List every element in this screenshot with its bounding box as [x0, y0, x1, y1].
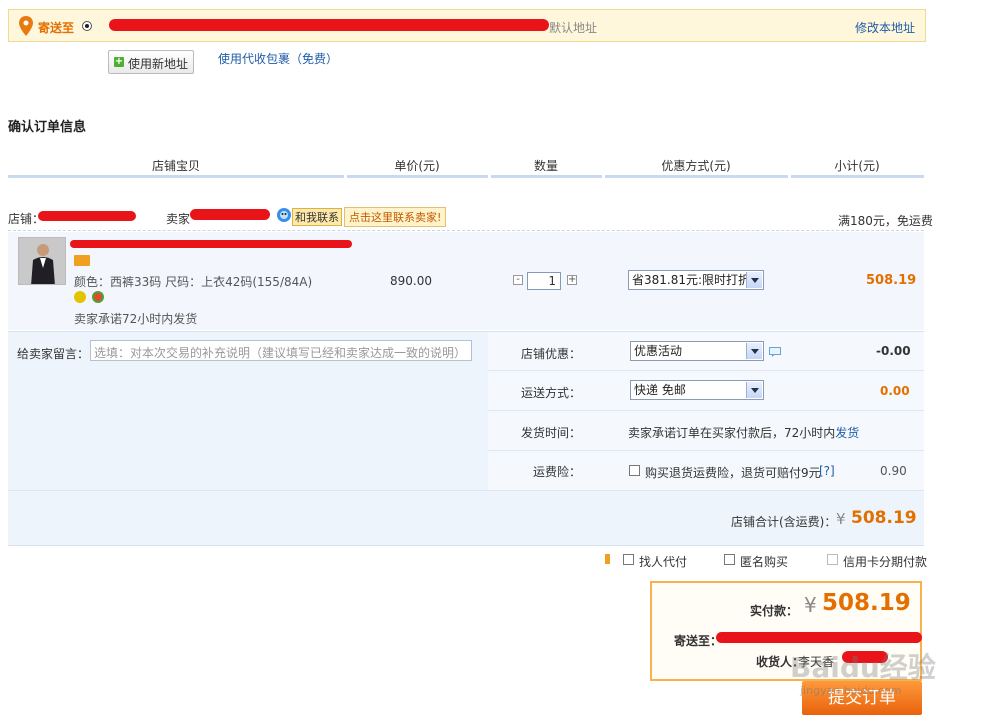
seller-label: 卖家 [166, 212, 191, 226]
message-label: 给卖家留言： [17, 347, 90, 361]
item-subtotal: 508.19 [866, 273, 917, 288]
delivery-time-text: 卖家承诺订单在买家付款后，72小时内发货 [628, 424, 859, 441]
row-divider [488, 410, 924, 411]
discount-selected: 省381.81元:限时打折 [632, 273, 751, 287]
default-address-tag: 默认地址 [549, 21, 598, 35]
chevron-down-icon [746, 343, 762, 359]
pay-currency: ¥ [804, 593, 817, 617]
insurance-label: 运费险： [533, 465, 582, 479]
shipping-address-bar: 寄送至 默认地址 修改本地址 [8, 9, 926, 42]
delivery-time-prefix: 卖家承诺订单在买家付款后，72小时内 [628, 426, 836, 440]
message-placeholder: 选填：对本次交易的补充说明（建议填写已经和卖家达成一致的说明） [94, 346, 467, 360]
shop-discount-selected: 优惠活动 [634, 344, 683, 358]
column-separator [788, 156, 791, 178]
redacted-summary-address [716, 632, 922, 643]
watermark-url: jingyan.baidu.com [800, 684, 902, 697]
free-shipping-note: 满180元，免运费 [838, 214, 933, 228]
insurance-value: 0.90 [880, 464, 907, 478]
pay-amount: 508.19 [822, 590, 911, 616]
shop-total-currency: ¥ [836, 510, 846, 528]
column-separator [488, 156, 491, 178]
delivery-time-link[interactable]: 发货 [835, 426, 859, 440]
wangwang-icon [277, 208, 291, 222]
shipping-method-select[interactable]: 快递 免邮 [630, 380, 764, 400]
shop-discount-label: 店铺优惠： [521, 347, 582, 361]
shipping-method-label: 运送方式： [521, 386, 582, 400]
header-unit-price: 单价(元) [394, 159, 440, 173]
row-divider [488, 370, 924, 371]
redacted-product-title [70, 240, 352, 248]
shop-discount-value: -0.00 [876, 344, 911, 358]
installment-label: 信用卡分期付款 [843, 555, 928, 569]
contact-tip: 点击这里联系卖家! [344, 207, 447, 227]
address-radio[interactable] [82, 21, 92, 31]
column-separator [344, 156, 347, 178]
chevron-down-icon [746, 382, 762, 398]
shipping-method-selected: 快递 免邮 [634, 383, 686, 397]
installment-checkbox[interactable] [827, 554, 838, 565]
pickup-service-link[interactable]: 使用代收包裹（免费） [218, 50, 338, 67]
header-quantity: 数量 [533, 159, 558, 173]
redacted-shop-name [38, 211, 136, 221]
use-new-address-button[interactable]: + 使用新地址 [108, 50, 194, 74]
quantity-input[interactable]: 1 [527, 272, 561, 290]
insurance-text: 购买退货运费险，退货可赔付9元 [645, 466, 821, 480]
plus-icon: + [114, 56, 124, 67]
location-pin-icon [19, 16, 33, 36]
header-divider [8, 175, 924, 178]
increase-button[interactable]: + [567, 275, 577, 285]
header-discount: 优惠方式(元) [661, 159, 731, 173]
summary-ship-to-label: 寄送至： [674, 634, 723, 648]
guarantee-icon [92, 291, 104, 303]
ship-to-label: 寄送至 [38, 21, 75, 35]
insurance-checkbox[interactable] [629, 465, 640, 476]
shop-total-value: 508.19 [851, 508, 917, 528]
edit-address-link[interactable]: 修改本地址 [855, 19, 915, 36]
decrease-button[interactable]: - [513, 275, 523, 285]
proxy-pay-checkbox[interactable] [623, 554, 634, 565]
discount-select[interactable]: 省381.81元:限时打折 [628, 270, 764, 290]
row-divider [8, 490, 924, 491]
shop-discount-select[interactable]: 优惠活动 [630, 341, 764, 361]
page-title: 确认订单信息 [8, 120, 87, 135]
redacted-seller-name [190, 209, 270, 220]
baidu-watermark: Baidu经验 [790, 651, 936, 684]
product-thumbnail[interactable] [18, 237, 66, 285]
header-subtotal: 小计(元) [834, 159, 880, 173]
new-address-label: 使用新地址 [128, 57, 189, 71]
anonymous-checkbox[interactable] [724, 554, 735, 565]
redacted-address [109, 19, 549, 31]
chevron-down-icon [746, 272, 762, 288]
proxy-pay-label: 找人代付 [639, 555, 688, 569]
pay-label: 实付款： [750, 604, 799, 618]
product-attributes: 颜色：西裤33码 尺码：上衣42码(155/84A) [74, 275, 313, 289]
unit-price: 890.00 [390, 274, 432, 288]
payment-card-icon [74, 255, 90, 266]
insurance-help-link[interactable]: [?] [819, 464, 835, 478]
anonymous-label: 匿名购买 [740, 555, 789, 569]
shipping-fee-value: 0.00 [880, 384, 910, 398]
header-item: 店铺宝贝 [151, 159, 200, 173]
gold-medal-icon [74, 291, 86, 303]
row-divider [488, 450, 924, 451]
shipping-promise: 卖家承诺72小时内发货 [74, 312, 198, 326]
delivery-time-label: 发货时间： [521, 426, 582, 440]
message-input[interactable]: 选填：对本次交易的补充说明（建议填写已经和卖家达成一致的说明） [90, 340, 472, 361]
product-image [19, 238, 65, 284]
shop-total-label: 店铺合计(含运费)： [731, 515, 837, 529]
flag-icon [605, 554, 610, 564]
column-separator [602, 156, 605, 178]
comment-icon[interactable] [769, 347, 781, 357]
contact-button-label: 和我联系 [292, 208, 342, 226]
